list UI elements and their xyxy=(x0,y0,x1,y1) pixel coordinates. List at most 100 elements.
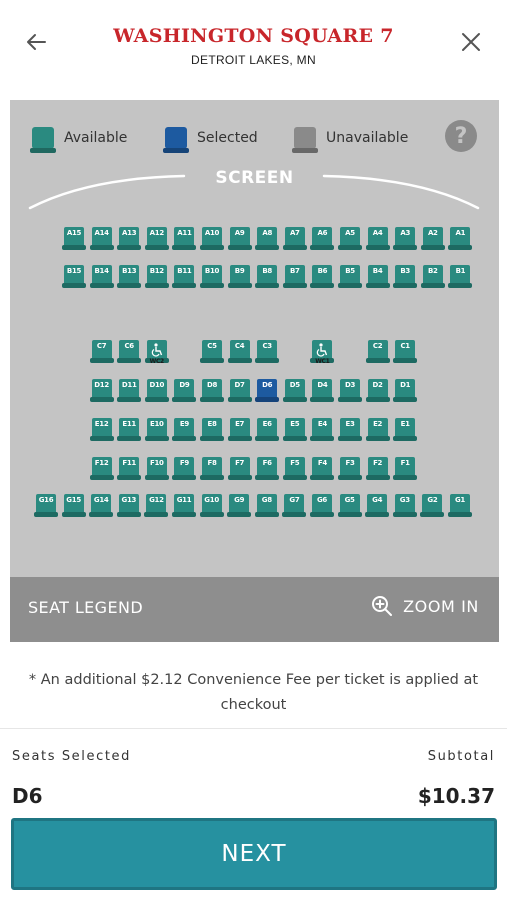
seat[interactable]: F4 xyxy=(310,457,335,480)
seat[interactable]: G11 xyxy=(172,494,196,517)
seat[interactable]: G10 xyxy=(199,494,224,517)
convenience-fee-note: * An additional $2.12 Convenience Fee pe… xyxy=(28,672,479,713)
seat[interactable]: F10 xyxy=(144,457,169,480)
seat[interactable]: B1 xyxy=(448,265,473,288)
seat[interactable]: E8 xyxy=(200,418,224,441)
seat[interactable]: F7 xyxy=(227,457,252,480)
seat[interactable]: B6 xyxy=(310,265,335,288)
seat[interactable]: G4 xyxy=(365,494,390,517)
seat[interactable]: A4 xyxy=(365,227,390,250)
theater-title: WASHINGTON SQUARE 7 xyxy=(113,25,394,47)
seat[interactable]: D5 xyxy=(282,379,307,402)
seat[interactable]: E7 xyxy=(227,418,252,441)
seat[interactable]: B7 xyxy=(282,265,307,288)
seat[interactable]: F1 xyxy=(393,457,418,480)
seat[interactable]: F5 xyxy=(282,457,307,480)
seat[interactable]: A6 xyxy=(310,227,335,250)
seat[interactable]: E2 xyxy=(365,418,390,441)
seat[interactable]: G14 xyxy=(89,494,114,517)
help-button[interactable]: ? xyxy=(445,120,477,152)
seat[interactable]: B9 xyxy=(227,265,252,288)
seat[interactable]: C4 xyxy=(227,340,252,363)
seat[interactable]: F6 xyxy=(255,457,280,480)
seat[interactable]: A10 xyxy=(200,227,224,250)
seat[interactable]: A11 xyxy=(172,227,197,250)
seat[interactable]: D3 xyxy=(338,379,362,402)
seat[interactable]: E1 xyxy=(393,418,418,441)
seat[interactable]: A8 xyxy=(255,227,280,250)
seat[interactable]: D4 xyxy=(310,379,335,402)
seat[interactable]: A14 xyxy=(89,227,114,250)
seat[interactable]: A7 xyxy=(282,227,307,250)
seat[interactable]: B13 xyxy=(117,265,142,288)
seat-selected[interactable]: D6 xyxy=(255,379,280,402)
seat[interactable]: B14 xyxy=(89,265,114,288)
seat[interactable]: E9 xyxy=(172,418,197,441)
seat[interactable]: F3 xyxy=(338,457,362,480)
seat[interactable]: D2 xyxy=(365,379,390,402)
wheelchair-seat[interactable]: WC1 xyxy=(310,340,335,365)
seat[interactable]: D12 xyxy=(89,379,114,402)
close-button[interactable] xyxy=(457,28,485,56)
seat[interactable]: A9 xyxy=(227,227,252,250)
seat[interactable]: C7 xyxy=(89,340,114,363)
seat[interactable]: A5 xyxy=(338,227,362,250)
seat[interactable]: E6 xyxy=(255,418,280,441)
seat[interactable]: F11 xyxy=(117,457,142,480)
seat[interactable]: G5 xyxy=(337,494,362,517)
seat[interactable]: G1 xyxy=(448,494,472,517)
wheelchair-seat[interactable]: WC2 xyxy=(144,340,169,365)
seat[interactable]: E3 xyxy=(338,418,362,441)
seat-legend-button[interactable]: SEAT LEGEND xyxy=(28,598,143,617)
seat[interactable]: C5 xyxy=(200,340,224,363)
seat[interactable]: C3 xyxy=(255,340,280,363)
seat[interactable]: B10 xyxy=(200,265,224,288)
zoom-in-button[interactable]: ZOOM IN xyxy=(371,595,479,617)
seat[interactable]: A15 xyxy=(62,227,86,250)
seat[interactable]: G3 xyxy=(392,494,417,517)
seat[interactable]: B3 xyxy=(393,265,418,288)
seat[interactable]: B11 xyxy=(172,265,197,288)
seat[interactable]: G2 xyxy=(420,494,445,517)
seat[interactable]: A3 xyxy=(393,227,418,250)
seat[interactable]: E4 xyxy=(310,418,335,441)
seat[interactable]: F8 xyxy=(200,457,224,480)
seat[interactable]: D9 xyxy=(172,379,197,402)
seat[interactable]: C6 xyxy=(117,340,142,363)
seat[interactable]: A1 xyxy=(448,227,473,250)
screen-label: SCREEN xyxy=(215,168,294,188)
seat[interactable]: G15 xyxy=(61,494,86,517)
seat[interactable]: B8 xyxy=(255,265,280,288)
seat[interactable]: B12 xyxy=(144,265,169,288)
seat[interactable]: C1 xyxy=(393,340,418,363)
seat[interactable]: D10 xyxy=(144,379,169,402)
seat[interactable]: E5 xyxy=(282,418,307,441)
seat[interactable]: A2 xyxy=(420,227,445,250)
seat[interactable]: D8 xyxy=(200,379,224,402)
seat[interactable]: F12 xyxy=(89,457,114,480)
seat[interactable]: A13 xyxy=(117,227,142,250)
seat[interactable]: D7 xyxy=(227,379,252,402)
seat[interactable]: G13 xyxy=(116,494,141,517)
seat[interactable]: G7 xyxy=(282,494,307,517)
seat[interactable]: F9 xyxy=(172,457,197,480)
seat[interactable]: B5 xyxy=(338,265,362,288)
seat[interactable]: G6 xyxy=(310,494,334,517)
seat[interactable]: B4 xyxy=(365,265,390,288)
seat[interactable]: A12 xyxy=(144,227,169,250)
seat[interactable]: B15 xyxy=(62,265,86,288)
next-button[interactable]: NEXT xyxy=(11,818,497,890)
seat[interactable]: F2 xyxy=(365,457,390,480)
seat[interactable]: C2 xyxy=(365,340,390,363)
seat[interactable]: D11 xyxy=(117,379,142,402)
seat[interactable]: E10 xyxy=(144,418,169,441)
seat[interactable]: G12 xyxy=(144,494,169,517)
seat[interactable]: E11 xyxy=(117,418,142,441)
seat[interactable]: G16 xyxy=(34,494,58,517)
seat[interactable]: G9 xyxy=(227,494,252,517)
wheelchair-icon xyxy=(151,342,162,357)
seat[interactable]: D1 xyxy=(393,379,418,402)
seat[interactable]: E12 xyxy=(89,418,114,441)
seat[interactable]: B2 xyxy=(420,265,445,288)
seat[interactable]: G8 xyxy=(254,494,279,517)
